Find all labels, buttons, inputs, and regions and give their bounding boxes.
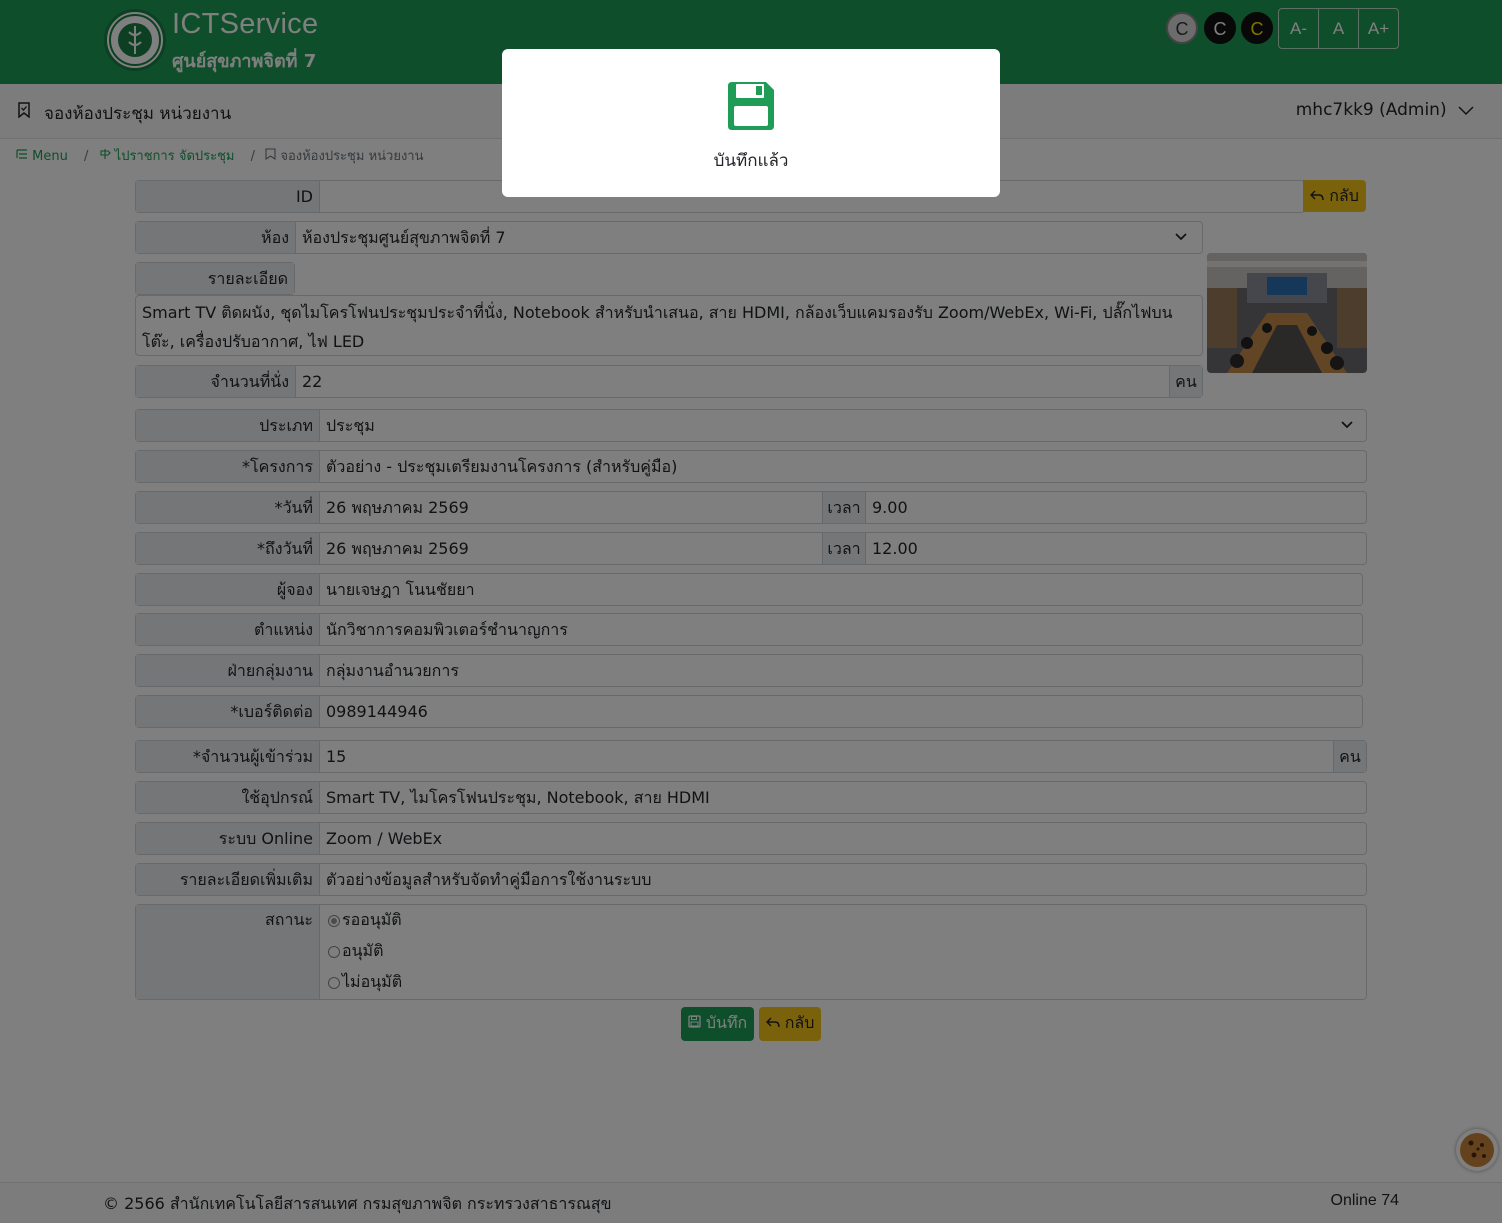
saved-message: บันทึกแล้ว	[713, 151, 789, 171]
save-icon	[728, 82, 774, 130]
saved-dialog: บันทึกแล้ว	[502, 49, 1000, 197]
